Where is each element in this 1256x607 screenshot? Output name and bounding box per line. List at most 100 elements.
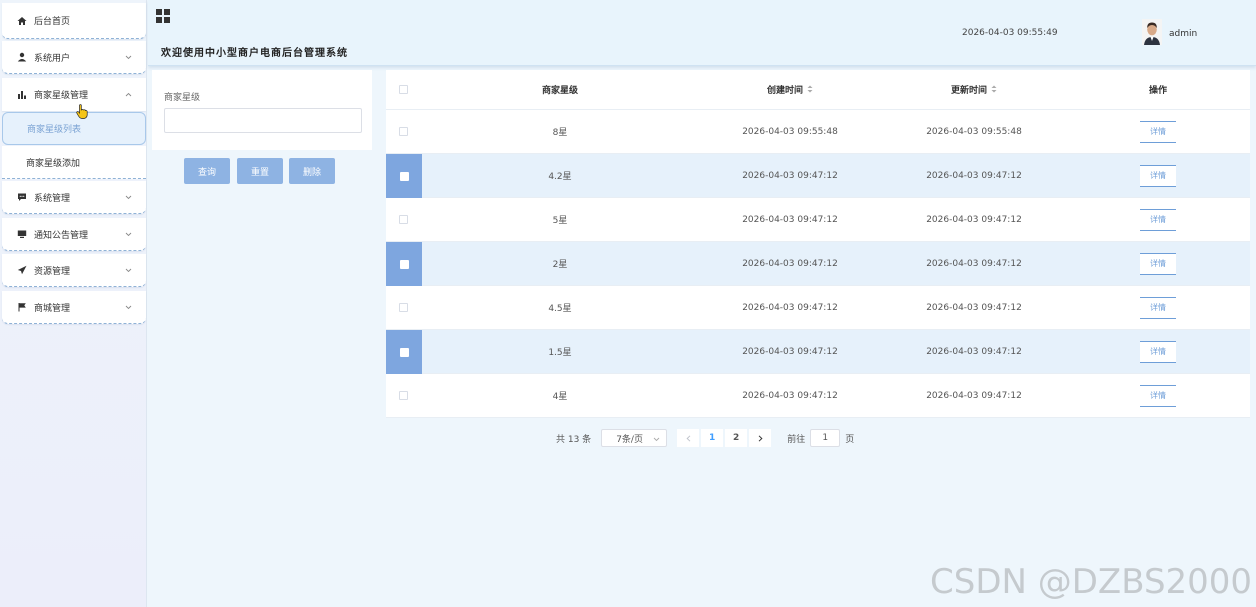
cell-star: 4.2星 [548,172,572,182]
table-row[interactable]: 4星 2026-04-03 09:47:12 2026-04-03 09:47:12… [386,374,1250,418]
search-panel: 商家星级 [152,70,372,150]
cell-created: 2026-04-03 09:47:12 [742,390,838,401]
sidebar-subitem-star-list[interactable]: 商家星级列表 [2,112,146,145]
sidebar-item-system[interactable]: 系统管理 [2,181,146,214]
detail-button[interactable]: 详情 [1140,340,1176,363]
delete-button[interactable]: 删除 [289,158,335,184]
table-row[interactable]: 8星 2026-04-03 09:55:48 2026-04-03 09:55:48… [386,110,1250,154]
sidebar-item-merchant-star[interactable]: 商家星级管理 [2,78,146,111]
row-checkbox[interactable] [399,391,408,400]
cell-updated: 2026-04-03 09:47:12 [926,258,1022,269]
row-checkbox[interactable] [399,215,408,224]
goto-label: 前往 [787,434,806,445]
pagination: 共 13 条 7条/页 1 2 前往 1 页 [556,428,854,448]
row-checkbox[interactable] [399,303,408,312]
sidebar-item-users[interactable]: 系统用户 [2,41,146,74]
sidebar-item-notice[interactable]: 通知公告管理 [2,218,146,251]
hand-cursor-icon [76,104,88,122]
table-row[interactable]: 1.5星 2026-04-03 09:47:12 2026-04-03 09:47:… [386,330,1250,374]
sidebar-item-label: 系统管理 [34,193,71,204]
sidebar-item-label: 系统用户 [34,53,71,64]
query-button[interactable]: 查询 [184,158,230,184]
cell-updated: 2026-04-03 09:47:12 [926,214,1022,225]
cell-star: 1.5星 [548,348,572,358]
cell-created: 2026-04-03 09:55:48 [742,126,838,137]
row-checkbox[interactable] [399,127,408,136]
sidebar-item-label: 通知公告管理 [34,230,89,241]
sidebar-item-label: 商家星级管理 [34,91,89,101]
column-header-updated[interactable]: 更新时间 [914,83,1034,96]
detail-button[interactable]: 详情 [1140,208,1176,231]
row-checkbox-checked[interactable] [386,242,422,286]
sidebar-item-label: 商城管理 [34,303,71,314]
detail-button[interactable]: 详情 [1140,164,1176,187]
chevron-down-icon [125,266,132,276]
next-page-button[interactable] [749,429,772,447]
column-header-action: 操作 [1148,86,1167,96]
cell-star: 8星 [552,128,568,138]
sidebar-subitem-label: 商家星级列表 [27,125,82,135]
chevron-down-icon [125,193,132,203]
flag-icon [16,301,28,313]
send-icon [16,264,28,276]
cell-created: 2026-04-03 09:47:12 [742,346,838,357]
row-checkbox-checked[interactable] [386,154,422,198]
detail-button[interactable]: 详情 [1140,296,1176,319]
detail-button[interactable]: 详情 [1140,384,1176,407]
cell-updated: 2026-04-03 09:47:12 [926,390,1022,401]
cell-star: 4星 [552,392,568,402]
page-number-2[interactable]: 2 [725,429,748,447]
cell-star: 4.5星 [548,304,572,314]
user-icon [16,51,28,63]
page-number-1[interactable]: 1 [701,429,724,447]
chevron-up-icon [125,90,132,100]
sidebar-subitem-star-add[interactable]: 商家星级添加 [2,146,146,179]
sidebar-subitem-label: 商家星级添加 [26,158,81,169]
column-header-star: 商家星级 [541,86,578,96]
checkbox-mark [399,259,409,269]
home-icon [16,15,28,27]
detail-button[interactable]: 详情 [1140,120,1176,143]
cell-updated: 2026-04-03 09:55:48 [926,126,1022,137]
select-all-checkbox[interactable] [399,85,408,94]
sidebar: 后台首页 系统用户 商家星级管理 商家星级列表 商家星级添加 系统管理 通知公告… [0,0,147,607]
cell-created: 2026-04-03 09:47:12 [742,170,838,181]
monitor-icon [16,228,28,240]
avatar[interactable] [1142,19,1162,45]
goto-page-input[interactable]: 1 [810,429,841,447]
sidebar-item-resources[interactable]: 资源管理 [2,254,146,287]
detail-button[interactable]: 详情 [1140,252,1176,275]
table-row[interactable]: 2星 2026-04-03 09:47:12 2026-04-03 09:47:12… [386,242,1250,286]
goto-suffix: 页 [845,434,855,445]
table-body: 8星 2026-04-03 09:55:48 2026-04-03 09:55:48… [386,110,1250,418]
cell-updated: 2026-04-03 09:47:12 [926,170,1022,181]
sidebar-item-mall[interactable]: 商城管理 [2,291,146,324]
bar-chart-icon [16,89,28,101]
table-row[interactable]: 4.2星 2026-04-03 09:47:12 2026-04-03 09:47:… [386,154,1250,198]
reset-button[interactable]: 重置 [237,158,283,184]
column-header-created[interactable]: 创建时间 [730,83,850,96]
watermark: CSDN @DZBS2000 [930,562,1253,602]
table-header-row: 商家星级 创建时间 更新时间 操作 [386,70,1250,110]
chevron-down-icon [653,435,660,445]
row-checkbox-checked[interactable] [386,330,422,374]
page-size-select[interactable]: 7条/页 [601,429,668,447]
datetime-display: 2026-04-03 09:55:49 [962,28,1058,38]
sort-icon[interactable] [807,85,813,96]
cell-created: 2026-04-03 09:47:12 [742,258,838,269]
cell-created: 2026-04-03 09:47:12 [742,214,838,225]
sidebar-item-home[interactable]: 后台首页 [2,3,146,39]
table-row[interactable]: 5星 2026-04-03 09:47:12 2026-04-03 09:47:12… [386,198,1250,242]
grid-menu-icon[interactable] [156,9,170,26]
cell-star: 2星 [552,260,568,270]
cell-updated: 2026-04-03 09:47:12 [926,346,1022,357]
username[interactable]: admin [1169,29,1197,39]
chevron-down-icon [125,230,132,240]
sort-icon[interactable] [991,85,997,96]
chat-icon [16,191,28,203]
prev-page-button[interactable] [677,429,700,447]
search-input[interactable] [164,108,362,133]
table-row[interactable]: 4.5星 2026-04-03 09:47:12 2026-04-03 09:47:… [386,286,1250,330]
page-title: 欢迎使用中小型商户电商后台管理系统 [161,48,348,59]
pagination-total: 共 13 条 [556,434,592,445]
